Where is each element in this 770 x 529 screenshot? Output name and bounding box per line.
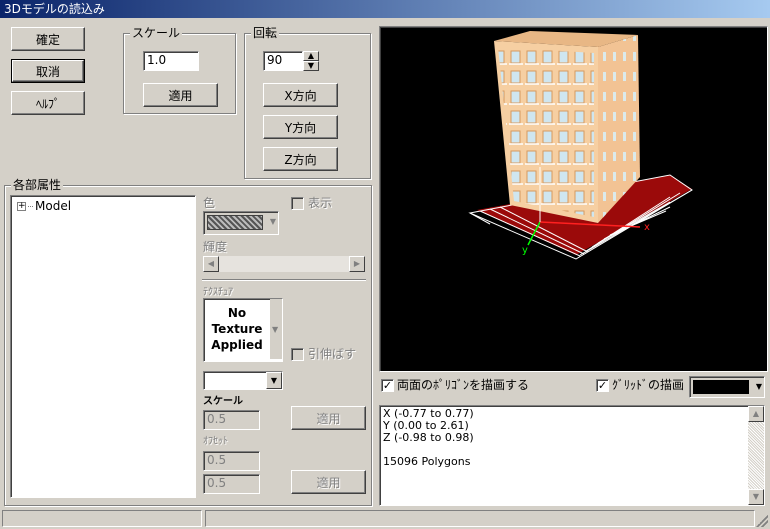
info-scroll-down-arrow-icon[interactable]: ▼: [748, 489, 764, 505]
brightness-left-arrow-icon[interactable]: ◀: [203, 256, 219, 272]
resize-grip-icon[interactable]: [756, 515, 768, 527]
window-title: 3Dモデルの読込み: [4, 2, 105, 16]
model-info-textarea[interactable]: X (-0.77 to 0.77) Y (0.00 to 2.61) Z (-0…: [379, 405, 765, 506]
texture-file-dropdown[interactable]: ▼: [203, 371, 283, 390]
grid-label: ｸﾞﾘｯﾄﾞの描画: [612, 378, 685, 392]
window-title-bar[interactable]: 3Dモデルの読込み: [0, 0, 770, 18]
texture-scale-apply-button[interactable]: 適用: [291, 406, 366, 430]
brightness-slider[interactable]: ◀ ▶: [203, 256, 365, 272]
no-texture-text: No Texture Applied: [211, 306, 263, 352]
texture-scroll-arrow-icon: ▼: [272, 325, 279, 334]
grid-color-swatch: [693, 380, 749, 394]
cancel-button[interactable]: 取消: [11, 59, 85, 83]
info-scrollbar[interactable]: ▲ ▼: [748, 406, 764, 505]
texture-scrollbar[interactable]: ▼: [270, 299, 282, 359]
tree-item-model[interactable]: + Model: [17, 199, 71, 213]
axis-y-label: y: [522, 245, 528, 256]
rotation-angle-input[interactable]: 90: [263, 51, 303, 71]
texture-scale-input[interactable]: 0.5: [203, 410, 260, 430]
rotate-z-button[interactable]: Z方向: [263, 147, 338, 171]
grid-checkbox[interactable]: ✓: [596, 379, 609, 392]
help-button[interactable]: ﾍﾙﾌﾟ: [11, 91, 85, 115]
tree-connector: [28, 205, 33, 207]
rotation-down-arrow-icon[interactable]: ▼: [303, 61, 319, 71]
scale-input[interactable]: 1.0: [143, 51, 199, 71]
polygon-count-text: 15096 Polygons: [383, 455, 471, 468]
texture-file-dropdown-arrow-icon[interactable]: ▼: [266, 372, 282, 389]
color-swatch: [207, 215, 263, 230]
texture-scale-label: スケール: [203, 396, 243, 407]
scale-group-label: スケール: [130, 26, 183, 40]
rotate-y-button[interactable]: Y方向: [263, 115, 338, 139]
offset-label: ｵﾌｾｯﾄ: [203, 436, 228, 447]
ok-button[interactable]: 確定: [11, 27, 85, 51]
rotate-x-button[interactable]: X方向: [263, 83, 338, 107]
rotation-group-label: 回転: [251, 26, 280, 40]
status-pane-1: [2, 510, 202, 527]
texture-list[interactable]: No Texture Applied ▼: [203, 298, 283, 362]
offset-x-input[interactable]: 0.5: [203, 451, 260, 471]
3d-model-render: y x: [468, 31, 693, 260]
brightness-right-arrow-icon[interactable]: ▶: [349, 256, 365, 272]
attributes-divider: [202, 279, 366, 281]
grid-color-arrow-icon: ▼: [755, 382, 762, 391]
backface-checkbox[interactable]: ✓: [381, 379, 394, 392]
grid-color-dropdown[interactable]: ▼: [689, 376, 765, 398]
axis-x-label: x: [644, 222, 650, 233]
offset-y-input[interactable]: 0.5: [203, 474, 260, 494]
show-checkbox[interactable]: [291, 197, 304, 210]
info-scroll-up-arrow-icon[interactable]: ▲: [748, 406, 764, 422]
stretch-checkbox[interactable]: [291, 348, 304, 361]
attributes-group-label: 各部属性: [11, 178, 64, 192]
offset-apply-button[interactable]: 適用: [291, 470, 366, 494]
backface-label: 両面のﾎﾟﾘｺﾞﾝを描画する: [397, 378, 530, 392]
tree-expand-icon[interactable]: +: [17, 201, 26, 211]
status-pane-2: [205, 510, 755, 527]
color-dropdown[interactable]: ▼: [203, 211, 279, 235]
brightness-label: 輝度: [203, 240, 228, 254]
3d-viewport[interactable]: y x: [379, 26, 768, 372]
tree-item-label: Model: [35, 199, 72, 213]
color-label: 色: [203, 196, 216, 210]
model-info-text: X (-0.77 to 0.77) Y (0.00 to 2.61) Z (-0…: [383, 408, 474, 468]
show-label: 表示: [308, 196, 333, 210]
stretch-label: 引伸ばす: [308, 347, 357, 361]
scale-apply-button[interactable]: 適用: [143, 83, 218, 107]
z-range-text: Z (-0.98 to 0.98): [383, 431, 474, 444]
rotation-up-arrow-icon[interactable]: ▲: [303, 51, 319, 61]
model-tree-view[interactable]: + Model: [10, 195, 196, 498]
color-dropdown-arrow-icon: ▼: [269, 217, 276, 226]
